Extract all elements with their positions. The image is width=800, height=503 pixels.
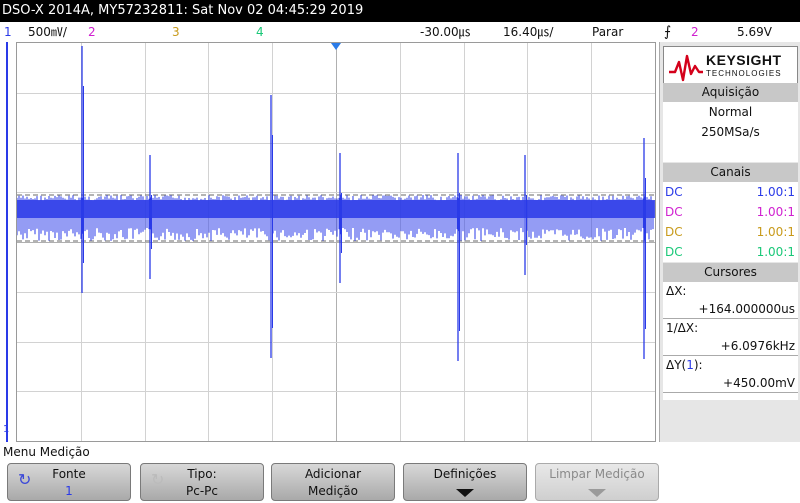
- rotate-knob-icon: ↻: [18, 470, 32, 489]
- sample-rate: 250MSa/s: [701, 125, 760, 139]
- ch4-number[interactable]: 4: [256, 22, 264, 42]
- clear-measurement-label: Limpar Medição: [549, 467, 645, 481]
- delta-y-label-prefix: ΔY(: [666, 358, 687, 372]
- cursor-line: [6, 42, 8, 442]
- acquisition-header: Aquisição: [663, 83, 798, 102]
- waveform-display[interactable]: [16, 42, 656, 442]
- softkey-bar: ↻ Fonte 1 ↻ Tipo: Pc-Pc Adicionar Mediçã…: [0, 461, 800, 503]
- ch3-coupling: DC: [665, 225, 683, 239]
- inverse-delta-x-label: 1/ΔX:: [666, 321, 699, 335]
- submenu-arrow-icon: [456, 489, 474, 497]
- type-softkey[interactable]: ↻ Tipo: Pc-Pc: [140, 463, 264, 501]
- source-softkey[interactable]: ↻ Fonte 1: [7, 463, 131, 501]
- settings-label: Definições: [433, 467, 497, 481]
- rotate-knob-icon: ↻: [151, 470, 165, 489]
- ch1-coupling: DC: [665, 185, 683, 199]
- trigger-source[interactable]: 2: [691, 22, 699, 42]
- inverse-delta-x-value: +6.0976kHz: [663, 337, 798, 356]
- ch3-number[interactable]: 3: [172, 22, 180, 42]
- menu-title: Menu Medição: [0, 443, 800, 461]
- ch3-probe: 1.00:1: [756, 225, 795, 239]
- run-state[interactable]: Parar: [592, 22, 623, 42]
- ch4-probe: 1.00:1: [756, 245, 795, 259]
- brand-sub: TECHNOLOGIES: [706, 69, 782, 78]
- cursors-panel[interactable]: ΔX: +164.000000us 1/ΔX: +6.0976kHz ΔY(1)…: [663, 282, 798, 400]
- channel-status-bar: 1 500㎷/ 2 3 4 -30.00㎲ 16.40㎲/ Parar ⨍ 2 …: [0, 22, 800, 42]
- ch2-number[interactable]: 2: [88, 22, 96, 42]
- ch1-probe: 1.00:1: [756, 185, 795, 199]
- delta-x-value: +164.000000us: [663, 300, 798, 319]
- keysight-wave-icon: [669, 54, 703, 82]
- ch1-number[interactable]: 1: [4, 22, 12, 42]
- timebase-scale[interactable]: 16.40㎲/: [503, 22, 553, 42]
- brand-name: KEYSIGHT: [706, 52, 782, 68]
- channels-header: Canais: [663, 163, 798, 182]
- delta-y-label-channel: 1: [686, 358, 694, 372]
- channel-row-4: DC 1.00:1: [663, 242, 798, 262]
- submenu-arrow-icon: [588, 489, 606, 497]
- channel-row-2: DC 1.00:1: [663, 202, 798, 222]
- graticule: [17, 43, 655, 441]
- channel-row-3: DC 1.00:1: [663, 222, 798, 242]
- delta-y-label: ΔY(1):: [663, 356, 798, 374]
- clear-measurement-softkey[interactable]: Limpar Medição: [535, 463, 659, 501]
- delta-y-value: +450.00mV: [663, 374, 798, 393]
- channel-row-1: DC 1.00:1: [663, 182, 798, 202]
- settings-softkey[interactable]: Definições: [403, 463, 527, 501]
- add-measurement-softkey[interactable]: Adicionar Medição: [271, 463, 395, 501]
- ch2-coupling: DC: [665, 205, 683, 219]
- trigger-edge-icon: ⨍: [664, 24, 672, 40]
- side-panel: KEYSIGHT TECHNOLOGIES Aquisição Normal 2…: [659, 42, 800, 442]
- acquisition-mode: Normal: [708, 105, 753, 119]
- ground-marker-strip: [0, 42, 16, 442]
- brand-logo: KEYSIGHT TECHNOLOGIES: [663, 46, 798, 86]
- cursors-header: Cursores: [663, 263, 798, 282]
- add-measurement-line1: Adicionar: [304, 467, 362, 481]
- add-measurement-line2: Medição: [308, 484, 358, 498]
- trigger-position-marker: [331, 43, 341, 50]
- delta-y-label-suffix: ):: [693, 358, 703, 372]
- trigger-level[interactable]: 5.69V: [737, 22, 772, 42]
- ground-marker[interactable]: 1: [3, 424, 9, 435]
- window-title: DSO-X 2014A, MY57232811: Sat Nov 02 04:4…: [0, 0, 800, 22]
- ch2-probe: 1.00:1: [756, 205, 795, 219]
- acquisition-panel[interactable]: Normal 250MSa/s: [663, 102, 798, 162]
- ch4-coupling: DC: [665, 245, 683, 259]
- channels-panel[interactable]: DC 1.00:1 DC 1.00:1 DC 1.00:1 DC 1.00:1: [663, 182, 798, 262]
- waveform-canvas: [17, 43, 655, 441]
- horizontal-delay[interactable]: -30.00㎲: [420, 22, 471, 42]
- delta-x-label: ΔX:: [666, 284, 687, 298]
- ch1-scale[interactable]: 500㎷/: [28, 22, 67, 42]
